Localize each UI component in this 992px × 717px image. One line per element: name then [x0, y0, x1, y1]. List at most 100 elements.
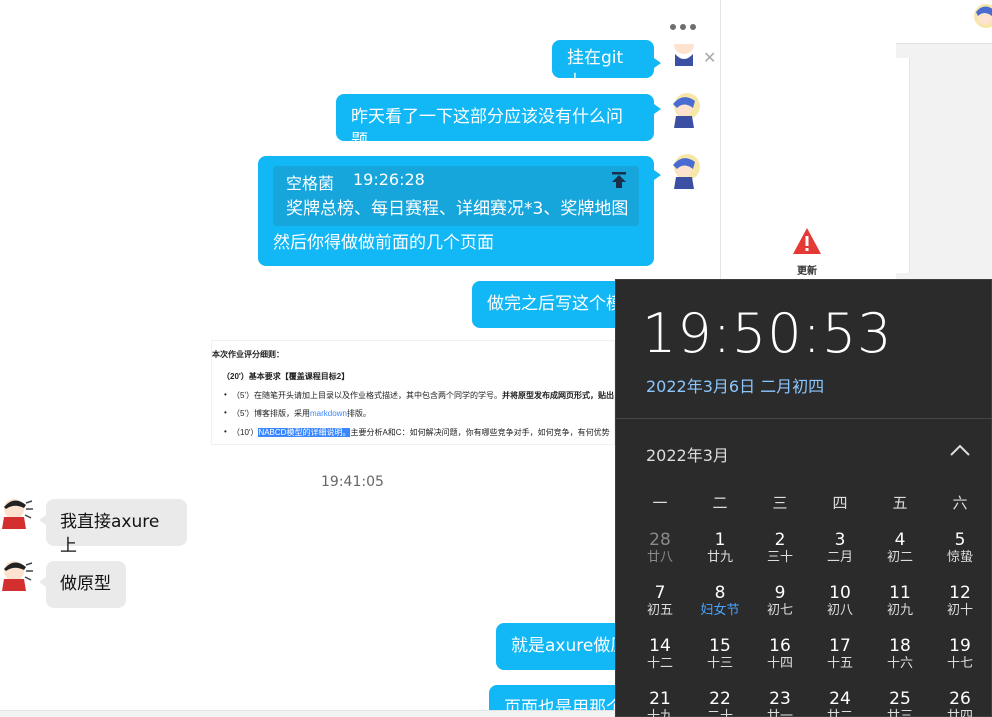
- calendar-day[interactable]: 5 惊蛰: [930, 530, 990, 583]
- warning-label[interactable]: 更新: [790, 262, 824, 277]
- lunar-date: 廿九: [706, 550, 733, 565]
- lunar-date: 初八: [826, 603, 853, 618]
- calendar-day[interactable]: 24 廿二: [810, 689, 870, 717]
- calendar-day[interactable]: 28 廿八: [630, 530, 690, 583]
- doc-text: （5'）博客排版，采用: [232, 409, 310, 418]
- message-timestamp: 19:41:05: [321, 474, 384, 490]
- calendar-day[interactable]: 18 十六: [870, 636, 930, 689]
- day-number: 16: [769, 636, 791, 656]
- day-number: 21: [649, 689, 671, 709]
- avatar[interactable]: [667, 44, 701, 66]
- close-icon[interactable]: ✕: [703, 48, 716, 67]
- chevron-up-icon[interactable]: [948, 440, 972, 460]
- day-number: 10: [829, 583, 851, 603]
- quote-author: 空格菌: [286, 174, 335, 193]
- doc-bold-text: 并将原型发布成网页形式，贴出: [501, 391, 614, 400]
- avatar[interactable]: [0, 557, 34, 593]
- day-number: 23: [769, 689, 791, 709]
- weekday-header: 六: [952, 494, 968, 512]
- bubble-tail: [654, 58, 661, 68]
- lunar-date: 廿一: [766, 709, 793, 717]
- doc-title: 本次作业评分细则：: [212, 350, 284, 359]
- calendar-day[interactable]: 12 初十: [930, 583, 990, 636]
- message-bubble[interactable]: 昨天看了一下这部分应该没有什么问题: [336, 94, 654, 151]
- lunar-date: 二月: [826, 550, 853, 565]
- quote-time: 19:26:28: [353, 170, 425, 189]
- clock-date[interactable]: 2022年3月6日 二月初四: [646, 373, 824, 397]
- pin-top-icon[interactable]: [610, 171, 628, 189]
- warning-icon[interactable]: [792, 227, 822, 255]
- day-number: 7: [654, 583, 666, 603]
- calendar-day[interactable]: 21 十九: [630, 689, 690, 717]
- doc-list-item: （5'）博客排版，采用markdown排版。: [224, 408, 371, 419]
- scroll-mask: [552, 0, 654, 40]
- day-number: 15: [709, 636, 731, 656]
- calendar-day[interactable]: 1 廿九: [690, 530, 750, 583]
- more-icon[interactable]: [668, 12, 698, 42]
- calendar-day[interactable]: 14 十二: [630, 636, 690, 689]
- message-bubble[interactable]: 做原型: [46, 561, 126, 608]
- day-number: 22: [709, 689, 731, 709]
- day-number: 5: [954, 530, 966, 550]
- message-bubble[interactable]: 我直接axure上: [46, 499, 187, 556]
- calendar-day[interactable]: 2 三十: [750, 530, 810, 583]
- calendar-month[interactable]: 2022年3月: [646, 442, 729, 466]
- doc-text: 主要分析A和C：如何解决问题，你有哪些竞争对手，如何竞争，有何优势: [350, 428, 610, 437]
- calendar-day[interactable]: 25 廿三: [870, 689, 930, 717]
- lunar-date: 妇女节: [700, 603, 740, 618]
- weekday-header: 五: [892, 494, 908, 512]
- day-number: 2: [774, 530, 786, 550]
- calendar-day[interactable]: 11 初九: [870, 583, 930, 636]
- avatar[interactable]: [968, 0, 992, 36]
- lunar-date: 十七: [946, 656, 973, 671]
- avatar[interactable]: [0, 495, 34, 531]
- lunar-date: 初五: [646, 603, 673, 618]
- day-number: 8: [714, 583, 726, 603]
- doc-list-item: （10'）NABCD模型的详细说明。主要分析A和C：如何解决问题，你有哪些竞争对…: [224, 427, 610, 438]
- lunar-date: 初七: [766, 603, 793, 618]
- calendar-day[interactable]: 3 二月: [810, 530, 870, 583]
- weekday-header: 四: [832, 494, 848, 512]
- message-text: 然后你得做做前面的几个页面: [273, 233, 494, 253]
- lunar-date: 初十: [946, 603, 973, 618]
- weekday-header: 二: [712, 494, 728, 512]
- day-number: 3: [834, 530, 846, 550]
- message-text: 挂在git上: [567, 48, 624, 78]
- day-number: 28: [649, 530, 671, 550]
- avatar[interactable]: [667, 92, 701, 128]
- calendar-day[interactable]: 9 初七: [750, 583, 810, 636]
- calendar-day[interactable]: 17 十五: [810, 636, 870, 689]
- image-message[interactable]: 本次作业评分细则： （20'）基本要求【覆盖课程目标2】 （5'）在随笔开头请加…: [211, 340, 615, 445]
- message-bubble[interactable]: 挂在git上: [552, 40, 654, 78]
- clock-time: 19:50:53: [642, 302, 893, 365]
- bubble-tail: [654, 104, 661, 114]
- bubble-tail: [39, 515, 46, 525]
- calendar-day[interactable]: 4 初二: [870, 530, 930, 583]
- calendar-day[interactable]: 19 十七: [930, 636, 990, 689]
- weekday-header: 三: [772, 494, 788, 512]
- day-number: 18: [889, 636, 911, 656]
- quoted-message[interactable]: 空格菌 19:26:28 奖牌总榜、每日赛程、详细赛况*3、奖牌地图: [273, 166, 639, 226]
- calendar-day[interactable]: 7 初五: [630, 583, 690, 636]
- day-number: 17: [829, 636, 851, 656]
- calendar-day[interactable]: 23 廿一: [750, 689, 810, 717]
- calendar-day[interactable]: 10 初八: [810, 583, 870, 636]
- calendar-day[interactable]: 26 廿四: [930, 689, 990, 717]
- clock-calendar-flyout[interactable]: 19:50:53 2022年3月6日 二月初四 2022年3月 一二三四五六 28…: [615, 279, 992, 717]
- calendar-day[interactable]: 15 十三: [690, 636, 750, 689]
- calendar-day[interactable]: 8 妇女节: [690, 583, 750, 636]
- side-panel-card: [896, 58, 910, 273]
- message-text: 做原型: [60, 574, 111, 594]
- bubble-tail: [654, 170, 661, 180]
- lunar-date: 十四: [766, 656, 793, 671]
- calendar-day[interactable]: 16 十四: [750, 636, 810, 689]
- day-number: 1: [714, 530, 726, 550]
- calendar-day[interactable]: 22 二十: [690, 689, 750, 717]
- doc-highlight: NABCD模型的详细说明。: [258, 428, 351, 437]
- day-number: 26: [949, 689, 971, 709]
- avatar[interactable]: [667, 153, 701, 189]
- message-text: 昨天看了一下这部分应该没有什么问题: [351, 107, 623, 151]
- lunar-date: 惊蛰: [946, 550, 973, 565]
- weekday-header: 一: [652, 494, 668, 512]
- day-number: 24: [829, 689, 851, 709]
